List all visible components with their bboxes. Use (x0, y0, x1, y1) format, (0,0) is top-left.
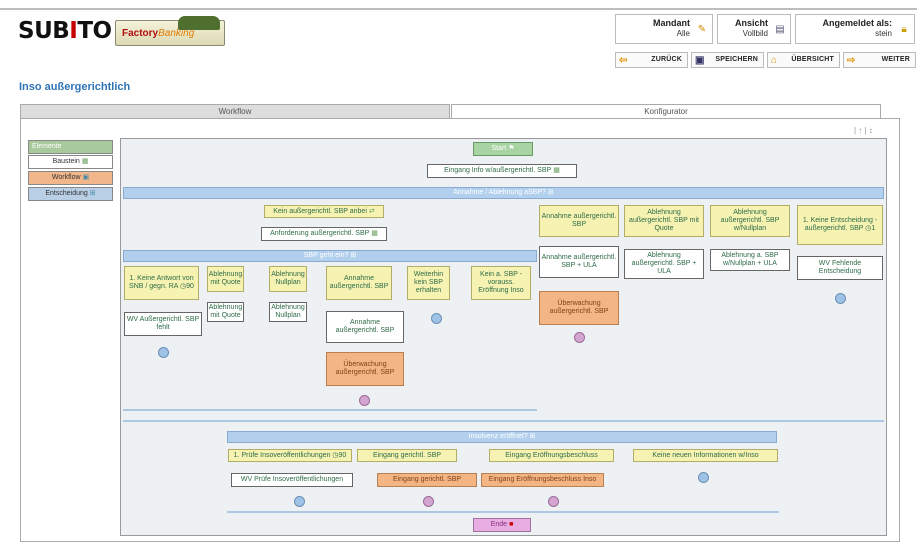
end-circle (698, 472, 709, 483)
lock-icon[interactable]: 🔒︎ (898, 24, 910, 36)
link-icon: ⇄ (368, 207, 375, 215)
eingang-eroeffnungsbeschluss-node[interactable]: Eingang Eröffnungsbeschluss (489, 449, 614, 462)
merge-line (227, 511, 779, 513)
user-box: Angemeldet als: stein 🔒︎ (795, 14, 915, 44)
end-circle (431, 313, 442, 324)
ansicht-box[interactable]: Ansicht Vollbild ▤ (717, 14, 791, 44)
canvas-tools[interactable]: | ↑ | ↕ (854, 126, 873, 135)
overview-button[interactable]: ⌂ ÜBERSICHT (767, 52, 840, 68)
ablehnung-nullplan-node[interactable]: Ablehnung Nullplan (269, 266, 307, 292)
annahme-right-node[interactable]: Annahme außergerichtl. SBP (539, 205, 619, 237)
end-circle (423, 496, 434, 507)
end-circle (359, 395, 370, 406)
weiterhin-kein-sbp-node[interactable]: Weiterhin kein SBP erhalten (407, 266, 450, 300)
anforderung-node[interactable]: Anforderung außergerichtl. SBP ▦ (261, 227, 387, 241)
end-circle (835, 293, 846, 304)
pruefe-insoveroeffentlichungen-node[interactable]: 1. Prüfe Insoveröffentlichungen ◷90 (228, 449, 352, 462)
kein-sbp-inso-node[interactable]: Kein a. SBP - vorauss. Eröffnung Inso (471, 266, 531, 300)
stop-icon: ■ (509, 521, 514, 528)
ablehnung-quote-block[interactable]: Ablehnung mit Quote (207, 302, 244, 322)
ablehnung-ula-block[interactable]: Ablehnung außergerichtl. SBP + ULA (624, 249, 704, 279)
house-icon: ⌂ (771, 55, 778, 66)
end-circle (574, 332, 585, 343)
top-divider (0, 8, 917, 10)
legend-header: Elemente (28, 140, 113, 154)
next-button[interactable]: ⇨ WEITER (843, 52, 916, 68)
tab-workflow[interactable]: Workflow (20, 104, 450, 119)
insolvenz-decision[interactable]: Insolvenz eröffnet? ⊞ (227, 431, 777, 443)
page-title: Inso außergerichtlich (19, 81, 131, 93)
wv-pruefe-block[interactable]: WV Prüfe Insoveröffentlichungen (231, 473, 353, 487)
flag-icon: ⚑ (508, 145, 515, 152)
annahme-ablehnung-decision[interactable]: Annahme / Ablehnung aSBP? ⊞ (123, 187, 884, 199)
kein-sbp-node[interactable]: Kein außergerichtl. SBP anbei ⇄ (264, 205, 384, 218)
legend-workflow[interactable]: Workflow ▣ (28, 171, 113, 185)
factory-banking-logo: FactoryBanking (115, 16, 225, 46)
merge-line (123, 409, 537, 411)
annahme-ula-block[interactable]: Annahme außergerichtl. SBP + ULA (539, 246, 619, 278)
workflow-icon: ▣ (82, 174, 90, 181)
legend-baustein[interactable]: Baustein ▦ (28, 155, 113, 169)
block-icon: ▦ (553, 167, 560, 174)
legend-entscheidung[interactable]: Entscheidung ⊞ (28, 187, 113, 201)
arrow-left-icon: ⇦ (619, 55, 628, 66)
end-circle (548, 496, 559, 507)
annahme-sbp-node[interactable]: Annahme außergerichtl. SBP (326, 266, 392, 300)
end-circle (294, 496, 305, 507)
merge-line (123, 420, 884, 422)
ueberwachung-workflow[interactable]: Überwachung außergerichtl. SBP (326, 352, 404, 386)
start-node[interactable]: Start ⚑ (473, 142, 533, 156)
annahme-sbp-block[interactable]: Annahme außergerichtl. SBP (326, 311, 404, 343)
save-button[interactable]: ▣ SPEICHERN (691, 52, 764, 68)
block-icon: ▦ (371, 230, 378, 237)
wv-fehlende-entscheidung-block[interactable]: WV Fehlende Entscheidung (797, 256, 883, 280)
eingang-gerichtl-sbp-workflow[interactable]: Eingang gerichtl. SBP (377, 473, 477, 487)
ablehnung-nullplan-block[interactable]: Ablehnung Nullplan (269, 302, 307, 322)
keine-entscheidung-node[interactable]: 1. Keine Entscheidung - außergerichtl. S… (797, 205, 883, 245)
eingang-gerichtl-sbp-node[interactable]: Eingang gerichtl. SBP (357, 449, 457, 462)
tab-konfigurator[interactable]: Konfigurator (451, 104, 881, 119)
end-node[interactable]: Ende ■ (473, 518, 531, 532)
decision-icon: ⊞ (89, 190, 96, 197)
keine-antwort-node[interactable]: 1. Keine Antwort von SNB / gegn. RA ◷90 (124, 266, 199, 300)
ablehnung-nullplan-ula-block[interactable]: Ablehnung a. SBP w/Nullplan + ULA (710, 249, 790, 271)
keine-neuen-informationen-node[interactable]: Keine neuen Informationen w/Inso (633, 449, 778, 462)
eingang-info-node[interactable]: Eingang Info w/außergerichtl. SBP ▦ (427, 164, 577, 178)
workflow-canvas: Start ⚑ Eingang Info w/außergerichtl. SBP… (120, 138, 887, 536)
ablehnung-quote-right-node[interactable]: Ablehnung außergerichtl. SBP mit Quote (624, 205, 704, 237)
ablehnung-quote-node[interactable]: Ablehnung mit Quote (207, 266, 244, 292)
wv-sbp-fehlt-node[interactable]: WV Außergerichtl. SBP fehlt (124, 312, 202, 336)
arrow-right-icon: ⇨ (847, 55, 856, 66)
block-icon: ▦ (81, 158, 89, 165)
end-circle (158, 347, 169, 358)
disk-icon: ▣ (695, 55, 705, 66)
ueberwachung-right-workflow[interactable]: Überwachung außergerichtl. SBP (539, 291, 619, 325)
eingang-eroeffnungsbeschluss-workflow[interactable]: Eingang Eröffnungsbeschluss Inso (481, 473, 604, 487)
sbp-geht-ein-decision[interactable]: SBP geht ein? ⊞ (123, 250, 537, 262)
subito-logo: SUBITO (18, 18, 112, 44)
ablehnung-nullplan-right-node[interactable]: Ablehnung außergerichtl. SBP w/Nullplan (710, 205, 790, 237)
mandant-box[interactable]: Mandant Alle ✎ (615, 14, 713, 44)
back-button[interactable]: ⇦ ZURÜCK (615, 52, 688, 68)
pencil-icon[interactable]: ✎ (696, 24, 708, 36)
fullscreen-icon[interactable]: ▤ (774, 24, 786, 36)
